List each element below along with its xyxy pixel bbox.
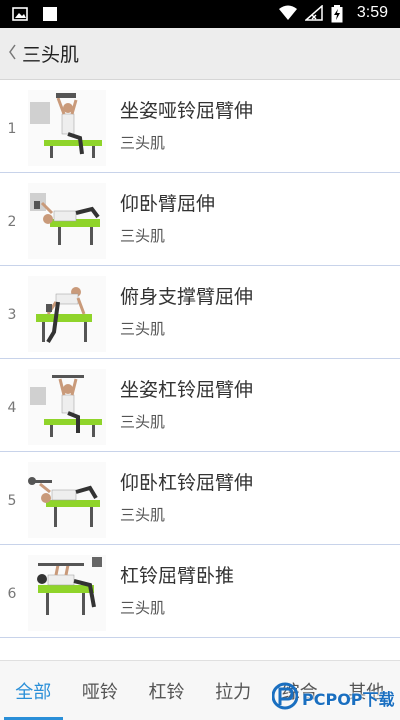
exercise-list-item[interactable]: 2 仰卧臂屈伸 三头肌 [0,173,400,266]
app-bar: 三头肌 [0,28,400,80]
exercise-name: 仰卧臂屈伸 [120,193,216,215]
exercise-name: 杠铃屈臂卧推 [120,565,235,587]
exercise-name: 坐姿哑铃屈臂伸 [120,100,254,122]
exercise-thumbnail [28,90,106,166]
exercise-list-item[interactable]: 4 坐姿杠铃屈臂伸 三头肌 [0,359,400,452]
list-item-index: 1 [7,121,17,138]
list-item-index: 2 [7,214,17,231]
exercise-thumbnail [28,183,106,259]
photo-icon [42,6,58,22]
list-item-index: 4 [7,400,17,417]
status-bar: 3:59 [0,0,400,28]
exercise-thumbnail [28,555,106,631]
image-icon [12,6,28,22]
exercise-muscle: 三头肌 [120,506,166,524]
tab-all[interactable]: 全部 [0,661,67,720]
exercise-thumbnail [28,462,106,538]
exercise-name: 俯身支撑臂屈伸 [120,286,254,308]
list-item-index: 5 [7,493,17,510]
status-clock: 3:59 [356,4,388,21]
page-title: 三头肌 [22,44,80,66]
exercise-list-item[interactable]: 3 俯身支撑臂屈伸 三头肌 [0,266,400,359]
watermark-text: PCPOP下载 [302,690,395,709]
exercise-muscle: 三头肌 [120,227,166,245]
exercise-muscle: 三头肌 [120,413,166,431]
exercise-muscle: 三头肌 [120,134,166,152]
exercise-list-item[interactable]: 1 坐姿哑铃屈臂伸 三头肌 [0,80,400,173]
watermark-logo-icon [271,681,299,715]
chevron-left-icon [8,44,16,64]
tab-cable[interactable]: 拉力 [200,661,267,720]
exercise-muscle: 三头肌 [120,599,166,617]
watermark: PCPOP下载 [271,680,400,716]
exercise-muscle: 三头肌 [120,320,166,338]
list-item-index: 6 [7,586,17,603]
list-item-index: 3 [7,307,17,324]
exercise-list-item[interactable]: 6 杠铃屈臂卧推 三头肌 [0,545,400,638]
exercise-list-item[interactable]: 5 仰卧杠铃屈臂伸 三头肌 [0,452,400,545]
back-button[interactable] [2,28,22,80]
exercise-list: 1 坐姿哑铃屈臂伸 三头肌 2 仰卧臂屈伸 三头肌 3 俯身支撑臂屈伸 三头肌 … [0,80,400,638]
tab-dumbbell[interactable]: 哑铃 [67,661,134,720]
battery-charging-icon [331,5,347,23]
signal-icon [303,4,323,21]
exercise-thumbnail [28,276,106,352]
exercise-name: 仰卧杠铃屈臂伸 [120,472,254,494]
tab-barbell[interactable]: 杠铃 [133,661,200,720]
exercise-name: 坐姿杠铃屈臂伸 [120,379,254,401]
wifi-icon [278,5,297,21]
exercise-thumbnail [28,369,106,445]
